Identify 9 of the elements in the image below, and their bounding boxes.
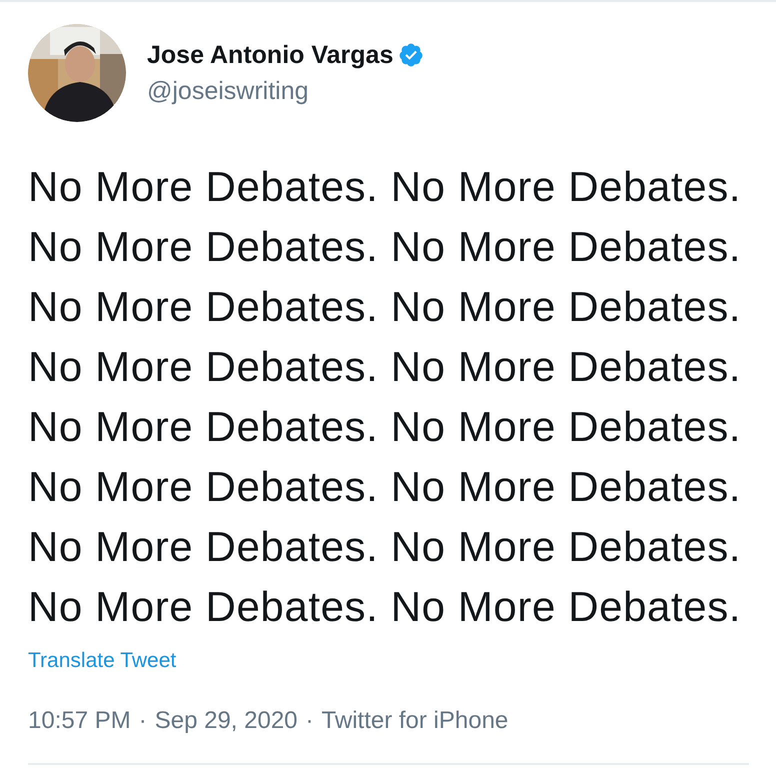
tweet-time: 10:57 PM [28,707,131,735]
author-name[interactable]: Jose Antonio Vargas [147,38,394,72]
tweet-source[interactable]: Twitter for iPhone [322,707,508,735]
author-handle[interactable]: @joseiswriting [147,74,424,108]
tweet-text: No More Debates. No More Debates. No More Debates. No More Debates. No More Debates. No More Debates. No More Debates. No More Debates. No More Debates. No More Debates. No More Debates. No More Debates. No More Debates. No More Debates. No More Debates. No More Debates. [28,162,742,632]
separator-dot: · [306,707,314,735]
tweet-date: Sep 29, 2020 [154,707,298,735]
separator-dot: · [138,707,147,735]
translate-link[interactable]: Translate Tweet [28,649,176,673]
